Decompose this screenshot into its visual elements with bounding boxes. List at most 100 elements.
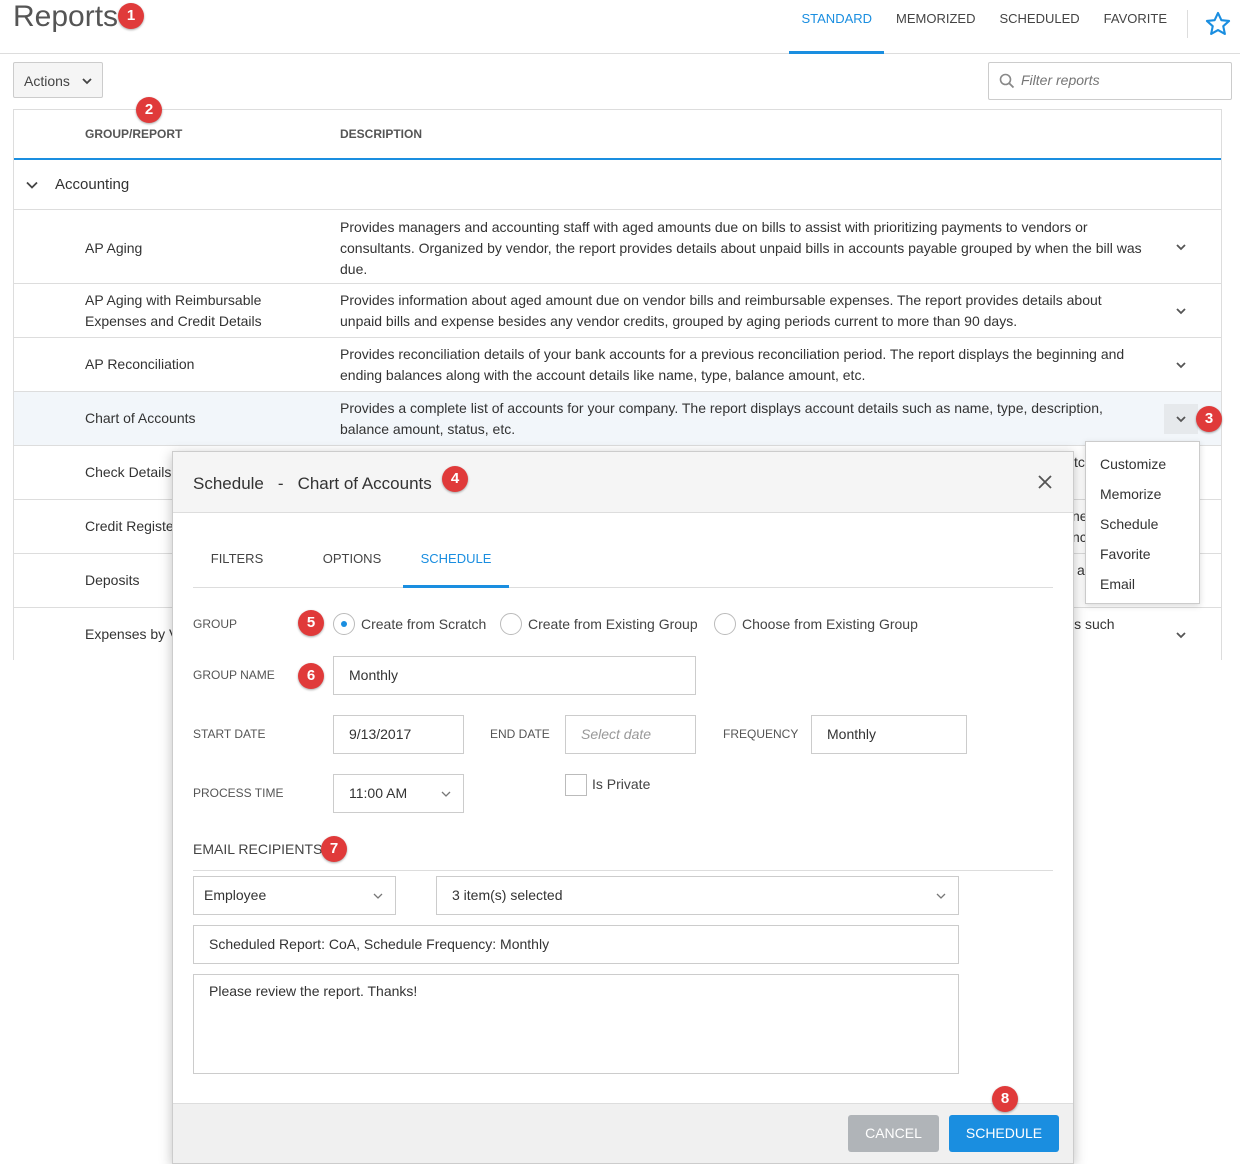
report-description: Provides reconciliation details of your … xyxy=(340,346,1125,383)
group-label: GROUP xyxy=(193,617,238,631)
row-menu-toggle[interactable] xyxy=(1164,296,1198,326)
recipients-multiselect[interactable]: 3 item(s) selected xyxy=(436,876,959,915)
email-subject-input[interactable]: Scheduled Report: CoA, Schedule Frequenc… xyxy=(193,925,959,964)
tab-options[interactable]: OPTIONS xyxy=(299,538,405,588)
section-divider xyxy=(193,870,1053,871)
process-time-label: PROCESS TIME xyxy=(193,786,284,800)
tab-schedule[interactable]: SCHEDULE xyxy=(403,538,509,588)
start-date-label: START DATE xyxy=(193,727,266,741)
report-name[interactable]: AP Aging xyxy=(85,238,315,259)
report-name[interactable]: Chart of Accounts xyxy=(85,408,315,429)
annotation-badge: 2 xyxy=(136,97,162,123)
chevron-down-icon xyxy=(82,63,92,112)
recipient-type-select[interactable]: Employee xyxy=(193,876,396,915)
group-name: Accounting xyxy=(55,176,130,193)
column-description: DESCRIPTION xyxy=(340,127,423,141)
dialog-title-separator: - xyxy=(277,474,284,493)
filter-reports-input[interactable] xyxy=(1021,72,1221,88)
annotation-badge: 8 xyxy=(992,1086,1018,1112)
report-name[interactable]: AP Aging with Reimbursable Expenses and … xyxy=(85,290,315,332)
close-icon[interactable] xyxy=(1035,472,1055,492)
group-name-input[interactable]: Monthly xyxy=(333,656,696,695)
report-description: Provides information about aged amount d… xyxy=(340,292,1102,329)
report-name[interactable]: AP Reconciliation xyxy=(85,354,315,375)
search-icon xyxy=(999,73,1015,94)
page-header: Reports STANDARD MEMORIZED SCHEDULED FAV… xyxy=(0,0,1240,54)
row-actions-menu: Customize Memorize Schedule Favorite Ema… xyxy=(1085,441,1200,604)
chevron-down-icon xyxy=(1176,244,1186,251)
group-name-label: GROUP NAME xyxy=(193,668,275,682)
cancel-button[interactable]: CANCEL xyxy=(848,1115,939,1152)
radio-unselected-icon xyxy=(500,613,522,635)
menu-item-customize[interactable]: Customize xyxy=(1086,449,1199,479)
report-description: ls such xyxy=(1071,616,1115,632)
dialog-footer: CANCEL SCHEDULE xyxy=(173,1103,1073,1163)
dialog-tabs: FILTERS OPTIONS SCHEDULE xyxy=(193,538,1053,588)
radio-label: Create from Scratch xyxy=(361,616,487,632)
table-row[interactable]: AP Reconciliation Provides reconciliatio… xyxy=(14,338,1221,392)
page-title: Reports xyxy=(13,0,119,33)
annotation-badge: 1 xyxy=(118,3,144,29)
tab-filters[interactable]: FILTERS xyxy=(193,538,281,588)
row-menu-toggle[interactable] xyxy=(1164,350,1198,380)
annotation-badge: 7 xyxy=(321,836,347,862)
actions-label: Actions xyxy=(24,73,70,89)
column-group-report[interactable]: GROUP/REPORT xyxy=(85,127,182,141)
menu-item-email[interactable]: Email xyxy=(1086,569,1199,599)
process-time-value: 11:00 AM xyxy=(349,785,408,801)
is-private-checkbox[interactable] xyxy=(565,774,587,796)
tab-memorized[interactable]: MEMORIZED xyxy=(884,0,987,54)
menu-item-schedule[interactable]: Schedule xyxy=(1086,509,1199,539)
frequency-label: FREQUENCY xyxy=(723,727,799,741)
row-menu-toggle[interactable] xyxy=(1164,404,1198,434)
row-menu-toggle[interactable] xyxy=(1164,232,1198,262)
radio-label: Create from Existing Group xyxy=(528,616,698,632)
annotation-badge: 4 xyxy=(442,466,468,492)
report-tabs: STANDARD MEMORIZED SCHEDULED FAVORITE xyxy=(789,0,1240,54)
menu-item-memorize[interactable]: Memorize xyxy=(1086,479,1199,509)
dialog-title: Schedule - Chart of Accounts xyxy=(193,474,432,494)
recipient-type-value: Employee xyxy=(204,887,267,903)
frequency-input[interactable]: Monthly xyxy=(811,715,967,754)
menu-item-favorite[interactable]: Favorite xyxy=(1086,539,1199,569)
email-recipients-heading: EMAIL RECIPIENTS xyxy=(193,841,323,857)
tab-standard[interactable]: STANDARD xyxy=(789,0,884,54)
chevron-down-icon xyxy=(936,877,946,928)
end-date-label: END DATE xyxy=(490,727,550,741)
schedule-button[interactable]: SCHEDULE xyxy=(949,1115,1059,1152)
filter-reports-field[interactable] xyxy=(988,62,1232,100)
actions-button[interactable]: Actions xyxy=(13,62,103,98)
tab-favorite[interactable]: FAVORITE xyxy=(1092,0,1179,54)
annotation-badge: 6 xyxy=(298,663,324,689)
favorite-star-button[interactable] xyxy=(1196,0,1240,54)
star-icon xyxy=(1205,11,1231,35)
radio-selected-icon xyxy=(333,613,355,635)
table-header: GROUP/REPORT DESCRIPTION xyxy=(14,110,1221,160)
chevron-down-icon[interactable] xyxy=(26,178,38,196)
dialog-title-report: Chart of Accounts xyxy=(297,474,432,493)
table-row-selected[interactable]: Chart of Accounts Provides a complete li… xyxy=(14,392,1221,446)
report-description: Provides a complete list of accounts for… xyxy=(340,400,1103,437)
process-time-select[interactable]: 11:00 AM xyxy=(333,774,464,813)
recipients-selected-value: 3 item(s) selected xyxy=(452,887,563,903)
tab-scheduled[interactable]: SCHEDULED xyxy=(987,0,1091,54)
row-menu-toggle[interactable] xyxy=(1164,620,1198,650)
end-date-input[interactable]: Select date xyxy=(565,715,696,754)
annotation-badge: 5 xyxy=(298,610,324,636)
report-description: Provides managers and accounting staff w… xyxy=(340,219,1142,277)
table-row[interactable]: AP Aging with Reimbursable Expenses and … xyxy=(14,284,1221,338)
radio-create-from-scratch[interactable]: Create from Scratch xyxy=(333,613,486,635)
chevron-down-icon xyxy=(1176,362,1186,369)
radio-create-from-existing-group[interactable]: Create from Existing Group xyxy=(500,613,698,635)
group-row-accounting[interactable]: Accounting xyxy=(14,160,1221,210)
radio-choose-from-existing-group[interactable]: Choose from Existing Group xyxy=(714,613,918,635)
is-private-label: Is Private xyxy=(592,776,651,792)
start-date-input[interactable]: 9/13/2017 xyxy=(333,715,464,754)
dialog-header: Schedule - Chart of Accounts xyxy=(173,452,1073,513)
email-message-textarea[interactable]: Please review the report. Thanks! xyxy=(193,974,959,1074)
annotation-badge: 3 xyxy=(1196,406,1222,432)
chevron-down-icon xyxy=(1176,416,1186,423)
table-row[interactable]: AP Aging Provides managers and accountin… xyxy=(14,210,1221,284)
chevron-down-icon xyxy=(373,877,383,928)
tab-divider xyxy=(1187,10,1188,38)
